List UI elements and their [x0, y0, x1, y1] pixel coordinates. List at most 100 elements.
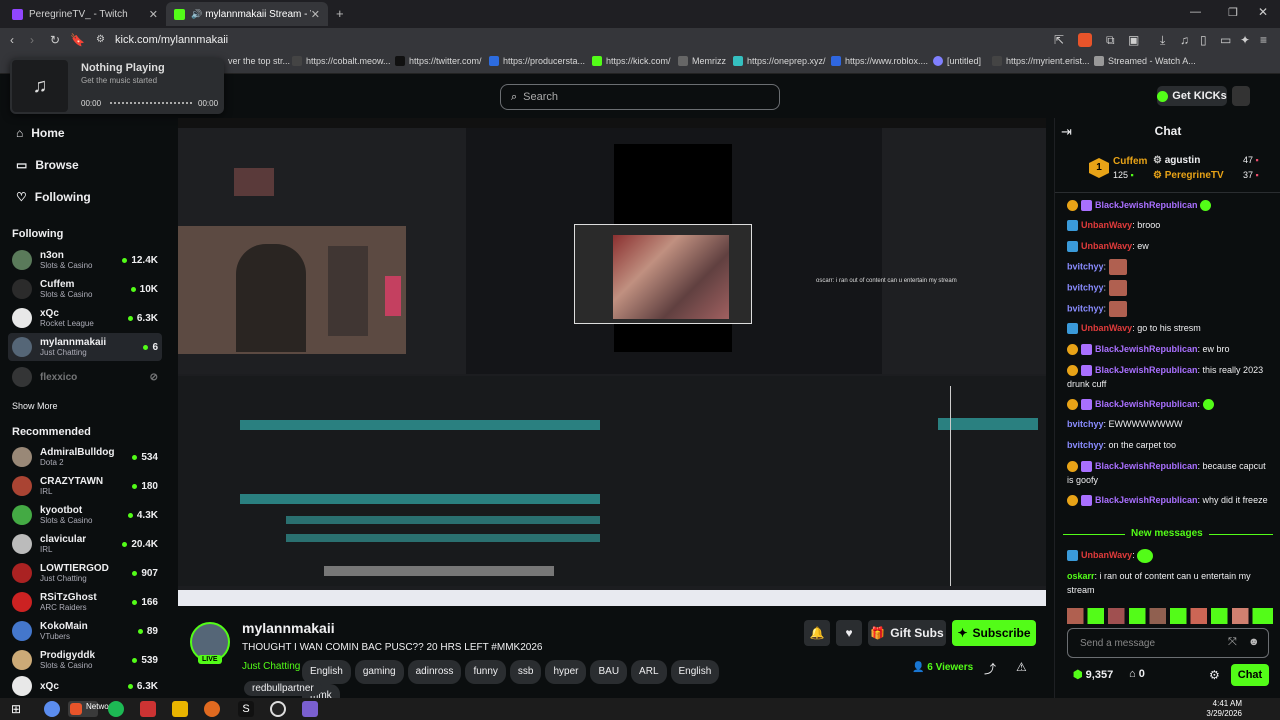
- speaker-icon[interactable]: 🔊: [191, 9, 202, 20]
- discord-icon[interactable]: [44, 701, 60, 717]
- app-icon[interactable]: S: [238, 701, 254, 717]
- video-player[interactable]: oscarr: i ran out of content can u enter…: [178, 118, 1046, 606]
- bookmark-item[interactable]: Memrizz: [678, 56, 726, 66]
- new-tab-button[interactable]: +: [336, 6, 344, 21]
- avatar[interactable]: [1232, 86, 1250, 106]
- chat-message: BlackJewishRepublican: this really 2023 …: [1067, 365, 1264, 389]
- subscribe-button[interactable]: ✦ Subscribe: [952, 620, 1036, 646]
- bookmark-item[interactable]: https://producersta...: [489, 56, 585, 66]
- tag[interactable]: English: [670, 660, 720, 684]
- sidebar-channel-n3on[interactable]: n3on Slots & Casino 12.4K: [8, 246, 162, 274]
- bookmark-item[interactable]: https://kick.com/: [592, 56, 671, 66]
- app-icon[interactable]: [140, 701, 156, 717]
- tag[interactable]: BAU: [590, 660, 628, 684]
- menu-icon[interactable]: ≡: [1260, 33, 1267, 47]
- extensions-icon[interactable]: ⧉: [1106, 33, 1115, 47]
- sidebar-channel[interactable]: xQc 6.3K: [8, 675, 162, 697]
- sidebar-icon[interactable]: ▯: [1200, 33, 1207, 47]
- leaderboard-entry[interactable]: ⚙ PeregrineTV: [1153, 170, 1224, 181]
- nav-home[interactable]: ⌂ Home: [16, 126, 65, 140]
- forward-icon[interactable]: ›: [30, 33, 34, 47]
- sidebar-channel[interactable]: kyootbot Slots & Casino 4.3K: [8, 501, 162, 529]
- sidebar-channel[interactable]: Prodigyddk Slots & Casino 539: [8, 646, 162, 674]
- notification-bell-button[interactable]: 🔔: [804, 620, 830, 646]
- sidebar-channel-xqc[interactable]: xQc Rocket League 6.3K: [8, 304, 162, 332]
- chat-input[interactable]: Send a message ⤧ ☻: [1067, 628, 1269, 658]
- sidebar-channel-cuffem[interactable]: Cuffem Slots & Casino 10K: [8, 275, 162, 303]
- reload-icon[interactable]: ↻: [50, 33, 60, 47]
- tag[interactable]: ARL: [631, 660, 667, 684]
- sidebar-channel[interactable]: KokoMain VTubers 89: [8, 617, 162, 645]
- brave-shield-icon[interactable]: [1078, 33, 1092, 47]
- pin-icon[interactable]: ⤧: [1228, 636, 1237, 649]
- sidebar-channel[interactable]: LOWTIERGOD Just Chatting 907: [8, 559, 162, 587]
- window-close-button[interactable]: ✕: [1258, 5, 1268, 19]
- emote-quickbar[interactable]: [1067, 608, 1273, 624]
- obs-icon[interactable]: [270, 701, 286, 717]
- gifts-balance[interactable]: ⌂ 0: [1129, 668, 1145, 680]
- share-icon[interactable]: ⇱: [1054, 33, 1064, 47]
- maximize-button[interactable]: ❐: [1228, 6, 1238, 19]
- tab-twitch[interactable]: PeregrineTV_ - Twitch ✕: [4, 2, 166, 26]
- firefox-icon[interactable]: [204, 701, 220, 717]
- screenshot-icon[interactable]: ▣: [1128, 33, 1139, 47]
- bookmark-item[interactable]: https://cobalt.meow...: [292, 56, 391, 66]
- tag[interactable]: redbullpartner: [244, 681, 322, 696]
- chat-settings-icon[interactable]: ⚙: [1209, 668, 1220, 682]
- bookmark-item[interactable]: https://twitter.com/: [395, 56, 482, 66]
- leaderboard-entry[interactable]: ⚙ agustin: [1153, 155, 1200, 166]
- show-more-link[interactable]: Show More: [12, 401, 58, 411]
- tag[interactable]: hyper: [545, 660, 587, 684]
- minimize-button[interactable]: —: [1190, 6, 1201, 18]
- wallet-icon[interactable]: ▭: [1220, 33, 1231, 47]
- bookmark-item[interactable]: ver the top str...: [228, 56, 290, 66]
- avatar: [12, 476, 32, 496]
- close-icon[interactable]: ✕: [311, 8, 320, 21]
- music-icon[interactable]: ♫: [1180, 33, 1189, 47]
- channel-name[interactable]: mylannmakaii: [242, 620, 335, 636]
- bookmark-icon[interactable]: 🔖: [70, 33, 85, 47]
- bookmark-item[interactable]: [untitled]: [933, 56, 981, 66]
- bookmark-item[interactable]: https://oneprep.xyz/: [733, 56, 826, 66]
- tag[interactable]: gaming: [354, 660, 404, 684]
- spotify-icon[interactable]: [108, 701, 124, 717]
- sidebar-channel-mylannmakaii[interactable]: mylannmakaii Just Chatting 6: [8, 333, 162, 361]
- tag[interactable]: funny: [465, 660, 506, 684]
- emoji-icon[interactable]: ☻: [1248, 636, 1260, 648]
- share-icon[interactable]: ⤴: [984, 660, 996, 677]
- sidebar-channel[interactable]: CRAZYTAWN IRL 180: [8, 472, 162, 500]
- windows-start-icon[interactable]: ⊞: [8, 701, 24, 717]
- music-progress-bar[interactable]: [110, 102, 192, 104]
- search-input[interactable]: ⌕ Search: [500, 84, 780, 110]
- clock-time[interactable]: 4:41 AM: [1206, 699, 1242, 708]
- leo-icon[interactable]: ✦: [1240, 33, 1250, 47]
- tag[interactable]: adinross: [407, 660, 462, 684]
- nav-following[interactable]: ♡ Following: [16, 190, 91, 204]
- file-explorer-icon[interactable]: [172, 701, 188, 717]
- kicks-balance[interactable]: ⬢ 9,357: [1073, 668, 1113, 681]
- leaderboard-name[interactable]: Cuffem: [1113, 156, 1147, 167]
- bookmark-item[interactable]: https://www.roblox....: [831, 56, 928, 66]
- gift-subs-button[interactable]: 🎁 Gift Subs: [868, 620, 946, 646]
- bookmark-item[interactable]: https://myrient.erist...: [992, 56, 1090, 66]
- clock-date[interactable]: 3/29/2026: [1202, 709, 1242, 718]
- chat-send-button[interactable]: Chat: [1231, 664, 1269, 686]
- close-icon[interactable]: ✕: [149, 8, 158, 21]
- stream-category[interactable]: Just Chatting: [242, 661, 300, 672]
- sidebar-channel[interactable]: AdmiralBulldog Dota 2 534: [8, 443, 162, 471]
- sidebar-channel-flexxico[interactable]: flexxico ⊘: [8, 363, 162, 391]
- tag[interactable]: ssb: [509, 660, 542, 684]
- sidebar-channel[interactable]: clavicular IRL 20.4K: [8, 530, 162, 558]
- sidebar-channel[interactable]: RSiTzGhost ARC Raiders 166: [8, 588, 162, 616]
- app-icon[interactable]: [302, 701, 318, 717]
- tab-kick[interactable]: 🔊 mylannmakaii Stream - Watc ✕: [166, 2, 328, 26]
- get-kicks-button[interactable]: Get KICKs: [1157, 86, 1227, 106]
- follow-button[interactable]: ♥: [836, 620, 862, 646]
- back-icon[interactable]: ‹: [10, 33, 14, 47]
- site-info-icon[interactable]: ⚙: [96, 33, 105, 47]
- nav-browse[interactable]: ▭ Browse: [16, 158, 79, 172]
- url-field[interactable]: kick.com/mylannmakaii: [115, 34, 228, 46]
- download-icon[interactable]: ⤓: [1160, 33, 1165, 47]
- report-icon[interactable]: ⚠: [1016, 660, 1027, 674]
- bookmark-item[interactable]: Streamed - Watch A...: [1094, 56, 1196, 66]
